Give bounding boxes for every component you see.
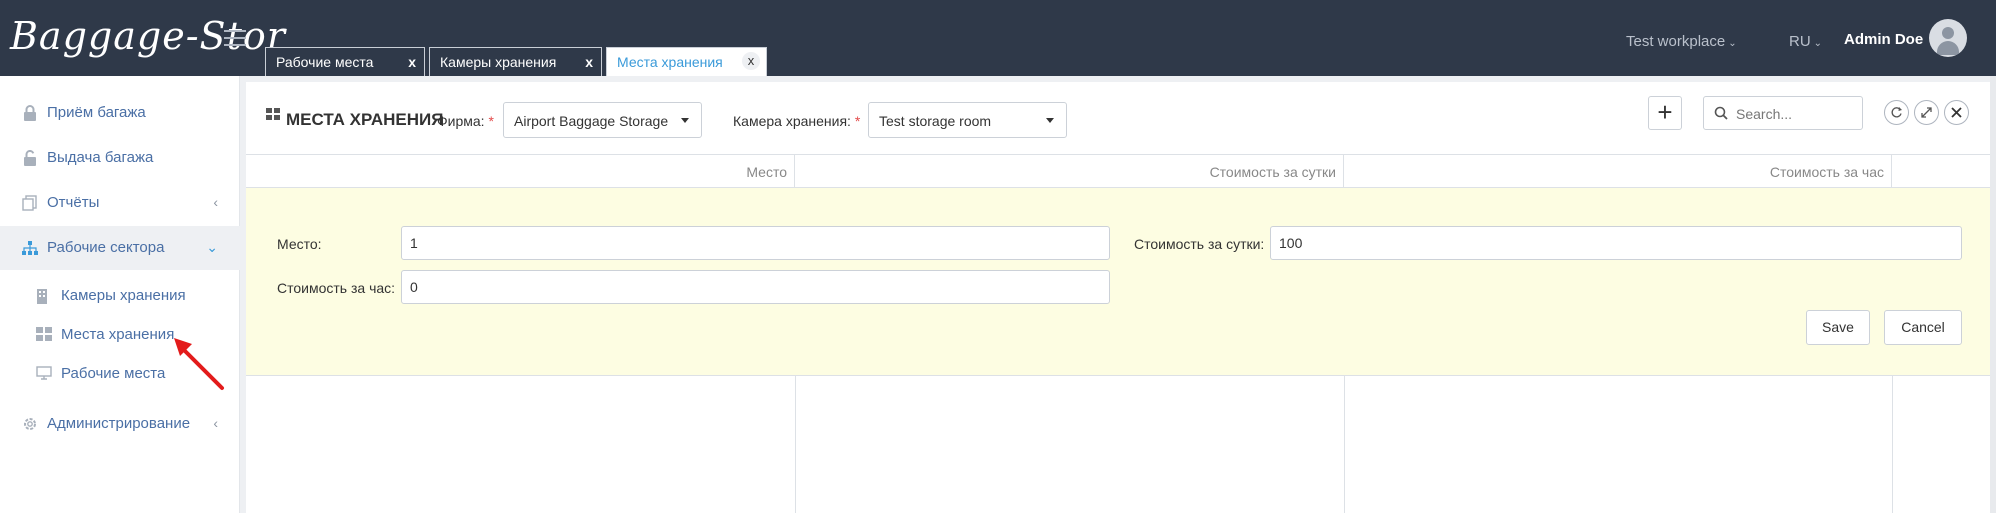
search-input[interactable] [1736,104,1856,124]
sidebar-item-label: Администрирование [47,415,191,432]
sidebar-item-administration[interactable]: Администрирование ‹ [0,402,240,446]
sidebar-item-label: Рабочие сектора [47,239,165,256]
sidebar-item-baggage-release[interactable]: Выдача багажа [0,136,240,180]
day-price-field[interactable] [1270,226,1962,260]
chevron-down-icon: ⌄ [1813,38,1823,49]
chevron-left-icon: ‹ [213,194,218,210]
column-header-hour-price[interactable]: Стоимость за час [1344,155,1892,188]
annotation-arrow-icon [174,338,224,390]
column-divider [1892,376,1893,513]
scrollbar[interactable] [1990,76,1996,513]
grid-icon [36,327,52,343]
required-mark: * [488,113,494,129]
refresh-icon [1891,107,1902,118]
sidebar-item-work-sectors[interactable]: Рабочие сектора ⌄ [0,226,240,270]
column-divider [795,376,796,513]
unlock-icon [22,149,38,166]
language-dropdown[interactable]: RU ⌄ [1789,33,1822,50]
page-header: МЕСТА ХРАНЕНИЯ Фирма: * Airport Baggage … [246,82,1996,154]
column-header-place[interactable]: Место [246,155,795,188]
column-header-day-price[interactable]: Стоимость за сутки [795,155,1344,188]
add-button[interactable]: + [1648,96,1682,130]
storage-room-label: Камера хранения: * [733,113,861,129]
save-button[interactable]: Save [1806,310,1870,345]
hamburger-menu-icon[interactable] [224,30,246,46]
expand-icon [1921,107,1932,118]
storage-room-select[interactable]: Test storage room [868,102,1067,138]
tab-label: Камеры хранения [440,54,557,70]
sidebar-item-baggage-intake[interactable]: Приём багажа [0,91,240,135]
grid-icon [266,108,280,120]
place-label: Место: [277,236,322,252]
workplace-name: Test workplace [1626,33,1726,50]
sidebar-subitem-storage-rooms[interactable]: Камеры хранения [0,280,240,312]
chevron-down-icon: ⌄ [206,239,218,255]
firm-select[interactable]: Airport Baggage Storage [503,102,702,138]
sidebar: Приём багажа Выдача багажа Отчёты ‹ Рабо… [0,76,240,513]
tab-storage-places[interactable]: Места хранения x [606,47,767,76]
avatar[interactable] [1929,19,1967,57]
tab-label: Места хранения [617,54,723,70]
storage-room-select-value: Test storage room [879,113,992,129]
user-menu[interactable]: Admin Doe [1844,31,1923,48]
sidebar-item-reports[interactable]: Отчёты ‹ [0,181,240,225]
tab-strip: Рабочие места x Камеры хранения x Места … [265,47,771,76]
tab-close-icon[interactable]: x [742,52,760,70]
chevron-left-icon: ‹ [213,415,218,431]
tab-workplaces[interactable]: Рабочие места x [265,47,425,76]
sidebar-item-label: Отчёты [47,194,100,211]
sidebar-subitem-label: Места хранения [61,326,175,343]
gear-icon [22,416,38,432]
caret-down-icon [1046,118,1054,123]
table-header: Место Стоимость за сутки Стоимость за ча… [246,154,1996,188]
required-mark: * [854,113,861,129]
copy-icon [22,195,38,211]
firm-label: Фирма: * [437,113,494,129]
top-bar: Baggage-Stor Рабочие места x Камеры хран… [0,0,1996,76]
hour-price-field[interactable] [401,270,1110,304]
close-panel-button[interactable] [1944,100,1969,125]
firm-select-value: Airport Baggage Storage [514,113,669,129]
close-icon [1951,107,1962,118]
tab-label: Рабочие места [276,54,374,70]
sitemap-icon [22,240,38,256]
main-panel: МЕСТА ХРАНЕНИЯ Фирма: * Airport Baggage … [246,82,1996,513]
monitor-icon [36,366,52,382]
search-box [1703,96,1863,130]
hour-price-label: Стоимость за час: [277,280,396,296]
column-divider [1344,376,1345,513]
expand-button[interactable] [1914,100,1939,125]
sidebar-subitem-label: Рабочие места [61,365,166,382]
lock-icon [22,105,38,121]
search-icon [1714,106,1728,120]
sidebar-item-label: Приём багажа [47,104,146,121]
edit-form: Место: Стоимость за час: Стоимость за су… [246,188,1996,376]
tab-storage-rooms[interactable]: Камеры хранения x [429,47,602,76]
language-code: RU [1789,33,1811,50]
caret-down-icon [681,118,689,123]
tab-close-icon[interactable]: x [585,54,593,70]
building-icon [36,288,52,304]
sidebar-subitem-label: Камеры хранения [61,287,186,304]
cancel-button[interactable]: Cancel [1884,310,1962,345]
chevron-down-icon: ⌄ [1728,38,1737,49]
page-title: МЕСТА ХРАНЕНИЯ [286,110,444,129]
day-price-label: Стоимость за сутки: [1134,236,1265,252]
tab-close-icon[interactable]: x [408,54,416,70]
sidebar-item-label: Выдача багажа [47,149,154,166]
table-body [246,376,1996,513]
workplace-dropdown[interactable]: Test workplace ⌄ [1626,33,1737,50]
place-field[interactable] [401,226,1110,260]
refresh-button[interactable] [1884,100,1909,125]
